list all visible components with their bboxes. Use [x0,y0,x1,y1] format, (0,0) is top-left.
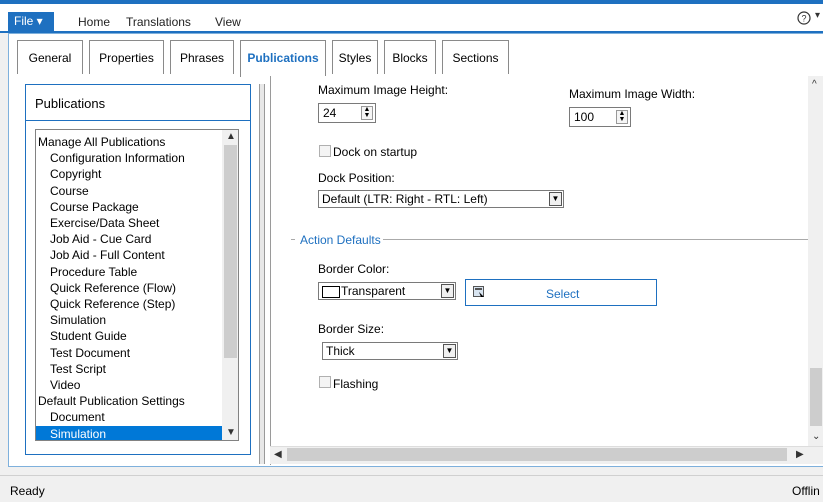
list-item[interactable]: Exercise/Data Sheet [36,215,222,231]
tab-styles[interactable]: Styles [332,40,378,74]
tab-general[interactable]: General [17,40,83,74]
color-swatch [322,286,340,298]
horizontal-scrollbar-thumb[interactable] [287,448,787,461]
select-color-button[interactable]: Select [465,279,657,306]
list-item[interactable]: Procedure Table [36,264,222,280]
border-color-select[interactable]: Transparent ▼ [318,282,456,300]
help-icon[interactable]: ? [797,11,811,28]
max-image-width-spinner[interactable]: 100 ▲ ▼ [569,107,631,127]
scroll-left-icon[interactable]: ◀ [274,449,282,460]
ribbon-tab-view[interactable]: View [215,15,241,29]
scroll-down-icon[interactable]: ▼ [226,427,236,438]
dock-on-startup-checkbox[interactable] [319,145,331,157]
border-color-value[interactable]: Transparent [341,284,405,298]
status-bar [0,475,823,502]
file-menu-button[interactable]: File ▾ [8,12,54,31]
list-scrollbar-thumb[interactable] [224,145,237,358]
list-item[interactable]: Job Aid - Full Content [36,247,222,263]
list-item[interactable]: Simulation [36,425,222,440]
scroll-up-icon[interactable]: ▲ [226,131,236,142]
max-image-width-value[interactable]: 100 [574,110,594,124]
action-defaults-heading: Action Defaults [300,233,381,247]
max-image-height-value[interactable]: 24 [323,106,336,120]
tab-sections[interactable]: Sections [442,40,509,74]
svg-text:?: ? [801,14,806,24]
list-item[interactable]: Course Package [36,199,222,215]
chevron-down-icon[interactable]: ▼ [443,344,456,358]
border-size-label: Border Size: [318,322,385,336]
ribbon-tab-home[interactable]: Home [78,15,110,29]
color-picker-icon[interactable] [473,286,485,301]
list-item[interactable]: Job Aid - Cue Card [36,231,222,247]
list-item[interactable]: Copyright [36,166,222,182]
dock-on-startup-label[interactable]: Dock on startup [333,145,417,159]
list-item[interactable]: Test Script [36,361,222,377]
list-item[interactable]: Video [36,377,222,393]
status-ready: Ready [10,484,45,498]
ribbon-expand-icon[interactable]: ▾ [815,10,820,21]
ribbon-tab-translations[interactable]: Translations [126,15,191,29]
tab-properties[interactable]: Properties [89,40,164,74]
dock-position-label: Dock Position: [318,171,395,185]
ribbon [0,0,823,31]
border-size-select[interactable]: Thick ▼ [322,342,458,360]
vertical-scrollbar-thumb[interactable] [810,368,822,426]
list-item[interactable]: Quick Reference (Flow) [36,280,222,296]
list-item[interactable]: Configuration Information [36,150,222,166]
border-color-label: Border Color: [318,262,390,276]
scroll-right-icon[interactable]: ▶ [796,449,804,460]
list-item[interactable]: Simulation [36,312,222,328]
status-offline: Offlin [792,484,820,498]
list-item[interactable]: Manage All Publications [36,134,222,150]
list-item[interactable]: Course [36,183,222,199]
border-size-value[interactable]: Thick [326,344,355,358]
publications-list[interactable]: Manage All Publications Configuration Inf… [35,129,239,441]
select-button-label[interactable]: Select [546,287,579,301]
max-image-height-spinner[interactable]: 24 ▲ ▼ [318,103,376,123]
list-item[interactable]: Test Document [36,345,222,361]
tab-blocks[interactable]: Blocks [384,40,436,74]
spinner-arrows-icon[interactable]: ▲ ▼ [361,106,373,120]
action-defaults-divider [383,239,808,240]
publications-group-title: Publications [35,96,106,111]
pane-splitter[interactable] [259,84,265,464]
tab-phrases[interactable]: Phrases [170,40,234,74]
flashing-label[interactable]: Flashing [333,377,378,391]
list-item[interactable]: Document [36,409,222,425]
scroll-down-icon[interactable]: ⌄ [812,431,820,442]
max-image-width-label: Maximum Image Width: [569,87,696,101]
flashing-checkbox[interactable] [319,376,331,388]
dock-position-value[interactable]: Default (LTR: Right - RTL: Left) [322,192,488,206]
action-defaults-divider-left [291,239,295,240]
dock-position-select[interactable]: Default (LTR: Right - RTL: Left) ▼ [318,190,564,208]
list-item[interactable]: Student Guide [36,328,222,344]
list-item[interactable]: Quick Reference (Step) [36,296,222,312]
list-item[interactable]: Default Publication Settings [36,393,222,409]
scroll-up-icon[interactable]: ^ [812,79,817,90]
group-title-divider [25,120,251,121]
tab-publications[interactable]: Publications [240,40,326,77]
chevron-down-icon[interactable]: ▼ [441,284,454,298]
chevron-down-icon[interactable]: ▼ [549,192,562,206]
max-image-height-label: Maximum Image Height: [318,83,449,97]
spinner-arrows-icon[interactable]: ▲ ▼ [616,110,628,124]
